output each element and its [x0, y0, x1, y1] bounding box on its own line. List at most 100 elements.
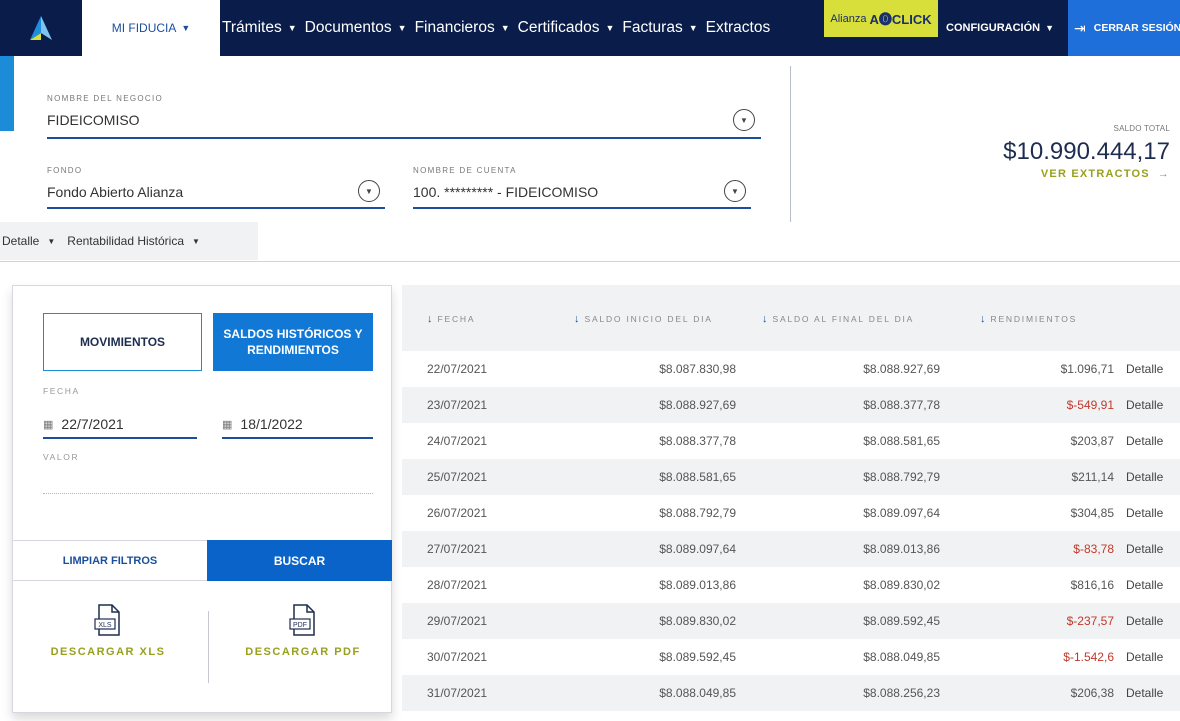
descargar-pdf-label: DESCARGAR PDF — [245, 646, 361, 658]
detalle-link[interactable]: Detalle — [1126, 650, 1163, 664]
descargar-xls-label: DESCARGAR XLS — [50, 646, 166, 658]
detalle-link[interactable]: Detalle — [1126, 614, 1163, 628]
table-row: 24/07/2021 $8.088.377,78 $8.088.581,65 $203… — [402, 423, 1180, 459]
column-header-label: SALDO INICIO DEL DIA — [584, 314, 713, 324]
table-body: 22/07/2021 $8.087.830,98 $8.088.927,69 $1.0… — [402, 351, 1180, 711]
table-row: 28/07/2021 $8.089.013,86 $8.089.830,02 $816… — [402, 567, 1180, 603]
detalle-link[interactable]: Detalle — [1126, 362, 1163, 376]
valor-input[interactable] — [43, 493, 373, 494]
configuracion-menu[interactable]: CONFIGURACIÓN ▼ — [946, 0, 1054, 56]
calendar-icon: ▦ — [43, 418, 54, 431]
mi-fiducia-menu[interactable]: MI FIDUCIA ▼ — [82, 0, 220, 56]
column-header-fecha[interactable]: ↓ FECHA — [427, 313, 475, 325]
detalle-link[interactable]: Detalle — [1126, 398, 1163, 412]
limpiar-filtros-button[interactable]: LIMPIAR FILTROS — [13, 540, 207, 581]
ver-extractos-label: VER EXTRACTOS — [1040, 168, 1150, 180]
cuenta-label: NOMBRE DE CUENTA — [413, 166, 517, 175]
cell-saldo-inicio: $8.089.013,86 — [659, 578, 736, 592]
column-header-label: SALDO AL FINAL DEL DIA — [772, 314, 915, 324]
pdf-file-icon: PDF — [289, 604, 317, 636]
detalle-link[interactable]: Detalle — [1126, 542, 1163, 556]
negocio-select[interactable]: FIDEICOMISO — [47, 112, 140, 128]
cell-saldo-inicio: $8.088.927,69 — [659, 398, 736, 412]
cell-fecha: 31/07/2021 — [427, 686, 488, 700]
table-row: 26/07/2021 $8.088.792,79 $8.089.097,64 $304… — [402, 495, 1180, 531]
table-row: 25/07/2021 $8.088.581,65 $8.088.792,79 $211… — [402, 459, 1180, 495]
menu-item-tramites[interactable]: Trámites ▼ — [222, 19, 297, 37]
cell-rendimientos: $206,38 — [1070, 686, 1114, 700]
detalle-link[interactable]: Detalle — [1126, 506, 1163, 520]
fecha-hasta-underline — [222, 437, 373, 439]
cell-fecha: 29/07/2021 — [427, 614, 488, 628]
saldos-table: ↓ FECHA ↓ SALDO INICIO DEL DIA ↓ SALDO AL F… — [402, 285, 1180, 721]
menu-item-extractos[interactable]: Extractos — [706, 19, 771, 37]
cerrar-sesion-button[interactable]: ⇥ CERRAR SESIÓN — [1068, 0, 1180, 56]
table-row: 27/07/2021 $8.089.097,64 $8.089.013,86 $-83… — [402, 531, 1180, 567]
alianza-click-link[interactable]: Alianza A⓿CLICK — [824, 0, 938, 37]
caret-down-icon: ▼ — [688, 23, 698, 33]
caret-down-icon: ▼ — [287, 23, 297, 33]
column-header-label: FECHA — [437, 314, 476, 324]
tab-rentabilidad-historica[interactable]: Rentabilidad Histórica ▼ — [67, 234, 200, 248]
negocio-label: NOMBRE DEL NEGOCIO — [47, 94, 164, 103]
download-divider — [208, 611, 209, 683]
tab-detalle[interactable]: Detalle ▼ — [2, 234, 55, 248]
cuenta-select[interactable]: 100. ********* - FIDEICOMISO — [413, 184, 598, 200]
detalle-link[interactable]: Detalle — [1126, 686, 1163, 700]
caret-down-icon: ▼ — [47, 236, 56, 246]
column-header-saldo-inicio[interactable]: ↓ SALDO INICIO DEL DIA — [574, 313, 713, 325]
arrow-right-icon: → — [1157, 168, 1170, 180]
detalle-link[interactable]: Detalle — [1126, 434, 1163, 448]
cell-saldo-inicio: $8.089.592,45 — [659, 650, 736, 664]
cuenta-dropdown-icon[interactable]: ▼ — [724, 180, 746, 202]
caret-down-icon: ▼ — [1045, 23, 1055, 33]
alianza-logo[interactable] — [0, 0, 82, 56]
fecha-desde-input[interactable]: ▦ 22/7/2021 — [43, 409, 124, 439]
cell-fecha: 25/07/2021 — [427, 470, 488, 484]
cell-rendimientos: $203,87 — [1070, 434, 1114, 448]
detalle-link[interactable]: Detalle — [1126, 578, 1163, 592]
table-row: 29/07/2021 $8.089.830,02 $8.089.592,45 $-23… — [402, 603, 1180, 639]
detalle-link[interactable]: Detalle — [1126, 470, 1163, 484]
fondo-select[interactable]: Fondo Abierto Alianza — [47, 184, 183, 200]
fecha-hasta-input[interactable]: ▦ 18/1/2022 — [222, 409, 303, 439]
calendar-icon: ▦ — [222, 418, 233, 431]
cell-saldo-final: $8.089.097,64 — [863, 506, 940, 520]
caret-down-icon: ▼ — [500, 23, 510, 33]
cerrar-sesion-label: CERRAR SESIÓN — [1093, 22, 1180, 34]
fecha-hasta-value: 18/1/2022 — [240, 416, 303, 432]
menu-item-financieros[interactable]: Financieros ▼ — [415, 19, 510, 37]
ver-extractos-link[interactable]: VER EXTRACTOS → — [1041, 168, 1170, 180]
pdf-tag: PDF — [293, 622, 307, 629]
cell-saldo-final: $8.088.792,79 — [863, 470, 940, 484]
table-row: 22/07/2021 $8.087.830,98 $8.088.927,69 $1.0… — [402, 351, 1180, 387]
sort-arrow-icon: ↓ — [427, 313, 433, 325]
column-header-saldo-final[interactable]: ↓ SALDO AL FINAL DEL DIA — [762, 313, 914, 325]
cell-fecha: 30/07/2021 — [427, 650, 488, 664]
header-divider — [790, 66, 791, 222]
detail-tabbar: Detalle ▼ Rentabilidad Histórica ▼ — [0, 222, 258, 260]
fondo-dropdown-icon[interactable]: ▼ — [358, 180, 380, 202]
descargar-xls-button[interactable]: XLS DESCARGAR XLS — [38, 604, 178, 659]
movimientos-button[interactable]: MOVIMIENTOS — [43, 313, 202, 371]
caret-down-icon: ▼ — [181, 23, 191, 33]
cell-saldo-final: $8.088.049,85 — [863, 650, 940, 664]
menu-item-certificados[interactable]: Certificados ▼ — [518, 19, 615, 37]
negocio-dropdown-icon[interactable]: ▼ — [733, 109, 755, 131]
menu-item-documentos[interactable]: Documentos ▼ — [305, 19, 407, 37]
cell-saldo-final: $8.089.013,86 — [863, 542, 940, 556]
table-row: 23/07/2021 $8.088.927,69 $8.088.377,78 $-54… — [402, 387, 1180, 423]
descargar-pdf-button[interactable]: PDF DESCARGAR PDF — [233, 604, 373, 659]
table-row: 31/07/2021 $8.088.049,85 $8.088.256,23 $206… — [402, 675, 1180, 711]
cell-fecha: 26/07/2021 — [427, 506, 488, 520]
negocio-underline — [47, 137, 761, 139]
business-header-card: NOMBRE DEL NEGOCIO FIDEICOMISO ▼ FONDO F… — [0, 56, 1180, 262]
saldos-historicos-button[interactable]: SALDOS HISTÓRICOS Y RENDIMIENTOS — [213, 313, 373, 371]
column-header-rendimientos[interactable]: ↓ RENDIMIENTOS — [980, 313, 1077, 325]
cell-rendimientos: $816,16 — [1070, 578, 1114, 592]
cell-saldo-inicio: $8.088.792,79 — [659, 506, 736, 520]
menu-item-facturas[interactable]: Facturas ▼ — [622, 19, 697, 37]
fecha-label: FECHA — [43, 386, 80, 396]
buscar-button[interactable]: BUSCAR — [207, 540, 392, 581]
table-row: 30/07/2021 $8.089.592,45 $8.088.049,85 $-1.… — [402, 639, 1180, 675]
